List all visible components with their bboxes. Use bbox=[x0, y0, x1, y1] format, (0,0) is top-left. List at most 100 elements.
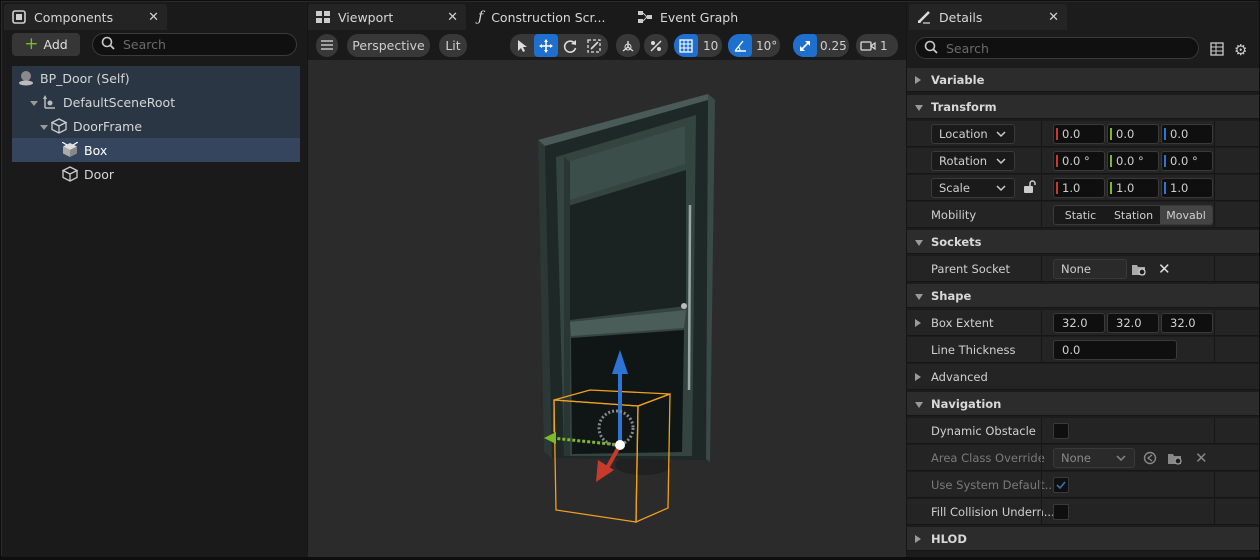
mobility-label: Mobility bbox=[931, 208, 977, 222]
location-z-field[interactable]: 0.0 bbox=[1161, 124, 1213, 144]
z-axis-marker bbox=[1164, 182, 1166, 194]
rotation-snap-value: 10° bbox=[756, 38, 778, 53]
rotation-z-field[interactable]: 0.0 ° bbox=[1161, 151, 1213, 171]
chevron-right-icon bbox=[915, 535, 921, 543]
tab-construction-script[interactable]: ƒ Construction Scr... bbox=[470, 4, 620, 30]
divider bbox=[1214, 418, 1215, 444]
section-navigation[interactable]: Navigation bbox=[907, 392, 1259, 416]
components-icon bbox=[12, 10, 26, 24]
rotation-y-field[interactable]: 0.0 ° bbox=[1107, 151, 1159, 171]
mobility-row: Mobility Static Station Movabl bbox=[907, 202, 1259, 228]
section-sockets[interactable]: Sockets bbox=[907, 230, 1259, 254]
dynamic-obstacle-checkbox[interactable] bbox=[1053, 423, 1069, 439]
close-icon[interactable]: ✕ bbox=[1048, 10, 1059, 25]
divider bbox=[1041, 121, 1042, 147]
add-button[interactable]: + Add bbox=[12, 33, 80, 56]
section-hlod[interactable]: HLOD bbox=[907, 527, 1259, 551]
divider bbox=[1214, 472, 1215, 498]
tree-item-self[interactable]: BP_Door (Self) bbox=[12, 66, 300, 90]
close-icon[interactable]: ✕ bbox=[447, 10, 458, 25]
scale-dropdown[interactable]: Scale bbox=[931, 178, 1015, 198]
box-extent-x-field[interactable]: 32.0 bbox=[1053, 313, 1105, 333]
section-transform[interactable]: Transform bbox=[907, 95, 1259, 119]
divider bbox=[1214, 175, 1215, 201]
fill-collision-label: Fill Collision Undern... bbox=[931, 505, 1055, 519]
location-y-field[interactable]: 0.0 bbox=[1107, 124, 1159, 144]
line-thickness-field[interactable]: 0.0 bbox=[1053, 340, 1177, 360]
use-system-default-row: Use System Default... bbox=[907, 472, 1259, 498]
divider bbox=[1041, 472, 1042, 498]
rotation-x-field[interactable]: 0.0 ° bbox=[1053, 151, 1105, 171]
grid-snap-control[interactable]: 10 bbox=[674, 34, 722, 57]
area-class-dropdown[interactable]: None bbox=[1053, 448, 1135, 468]
chevron-right-icon[interactable] bbox=[915, 319, 921, 327]
tree-item-door[interactable]: Door bbox=[12, 162, 300, 186]
close-icon[interactable]: ✕ bbox=[148, 10, 159, 25]
viewport-canvas[interactable] bbox=[308, 60, 906, 557]
select-icon[interactable] bbox=[510, 34, 534, 57]
fill-collision-checkbox[interactable] bbox=[1053, 504, 1069, 520]
translate-icon[interactable] bbox=[534, 34, 558, 57]
scale-x-field[interactable]: 1.0 bbox=[1053, 178, 1105, 198]
scale-snap-control[interactable]: 0.25 bbox=[793, 34, 849, 57]
components-search[interactable] bbox=[92, 33, 297, 56]
box-extent-z-field[interactable]: 32.0 bbox=[1161, 313, 1213, 333]
local-space-icon bbox=[616, 34, 640, 57]
tree-item-box[interactable]: Box bbox=[12, 138, 300, 162]
actor-icon bbox=[18, 70, 34, 86]
tab-event-graph[interactable]: Event Graph bbox=[630, 4, 760, 30]
details-search[interactable] bbox=[915, 37, 1199, 59]
parent-socket-field[interactable]: None bbox=[1053, 259, 1127, 279]
lit-button[interactable]: Lit bbox=[439, 34, 467, 57]
tree-item-defaultsceneroot[interactable]: DefaultSceneRoot bbox=[12, 90, 300, 114]
transform-tools bbox=[510, 34, 608, 57]
rotate-icon[interactable] bbox=[558, 34, 582, 57]
perspective-button[interactable]: Perspective bbox=[347, 34, 430, 57]
section-variable[interactable]: Variable bbox=[907, 68, 1259, 92]
clear-x-icon[interactable]: ✕ bbox=[1158, 260, 1171, 278]
scale-icon[interactable] bbox=[582, 34, 606, 57]
search-input[interactable] bbox=[123, 37, 279, 52]
z-axis-marker bbox=[1164, 128, 1166, 140]
surface-snap-icon bbox=[644, 34, 668, 57]
chevron-down-icon bbox=[915, 240, 923, 246]
mobility-option-movable[interactable]: Movabl bbox=[1160, 206, 1212, 224]
area-class-row: Area Class Override None ✕ bbox=[907, 445, 1259, 471]
box-extent-y-field[interactable]: 32.0 bbox=[1107, 313, 1159, 333]
advanced-row[interactable]: Advanced bbox=[907, 364, 1259, 390]
local-space-button[interactable] bbox=[616, 34, 640, 57]
tree-item-doorframe[interactable]: DoorFrame bbox=[12, 114, 300, 138]
divider bbox=[1041, 337, 1042, 363]
clear-x-icon[interactable]: ✕ bbox=[1195, 449, 1208, 467]
browse-folder-icon[interactable] bbox=[1131, 262, 1147, 279]
surface-snap-button[interactable] bbox=[644, 34, 668, 57]
unlock-icon[interactable] bbox=[1023, 180, 1037, 197]
use-system-default-checkbox[interactable] bbox=[1053, 477, 1069, 493]
mobility-option-static[interactable]: Static bbox=[1054, 206, 1107, 224]
tab-viewport[interactable]: Viewport ✕ bbox=[308, 4, 466, 30]
scale-z-field[interactable]: 1.0 bbox=[1161, 178, 1213, 198]
components-panel: Components ✕ + Add BP_Door (Self) bbox=[2, 2, 307, 557]
location-dropdown[interactable]: Location bbox=[931, 124, 1015, 144]
tab-details[interactable]: Details ✕ bbox=[909, 4, 1067, 30]
browse-folder-icon[interactable] bbox=[1167, 451, 1183, 468]
chevron-down-icon bbox=[915, 294, 923, 300]
rotation-row: Rotation 0.0 ° 0.0 ° 0.0 ° bbox=[907, 148, 1259, 174]
fill-collision-row: Fill Collision Undern... bbox=[907, 499, 1259, 525]
viewport-menu-button[interactable] bbox=[316, 34, 338, 57]
tree-item-label: DoorFrame bbox=[73, 118, 143, 134]
search-input[interactable] bbox=[946, 40, 1166, 56]
tab-components[interactable]: Components ✕ bbox=[4, 4, 167, 30]
location-x-field[interactable]: 0.0 bbox=[1053, 124, 1105, 144]
settings-gear-icon[interactable]: ⚙ bbox=[1234, 41, 1247, 59]
mobility-option-station[interactable]: Station bbox=[1107, 206, 1160, 224]
camera-speed-control[interactable]: 1 bbox=[856, 34, 898, 57]
angle-icon bbox=[728, 34, 752, 57]
use-selected-icon[interactable] bbox=[1143, 451, 1157, 468]
rotation-dropdown[interactable]: Rotation bbox=[931, 151, 1015, 171]
scale-row: Scale 1.0 1.0 1.0 bbox=[907, 175, 1259, 201]
scale-y-field[interactable]: 1.0 bbox=[1107, 178, 1159, 198]
rotation-snap-control[interactable]: 10° bbox=[728, 34, 780, 57]
table-view-icon[interactable] bbox=[1210, 42, 1224, 59]
section-shape[interactable]: Shape bbox=[907, 284, 1259, 308]
